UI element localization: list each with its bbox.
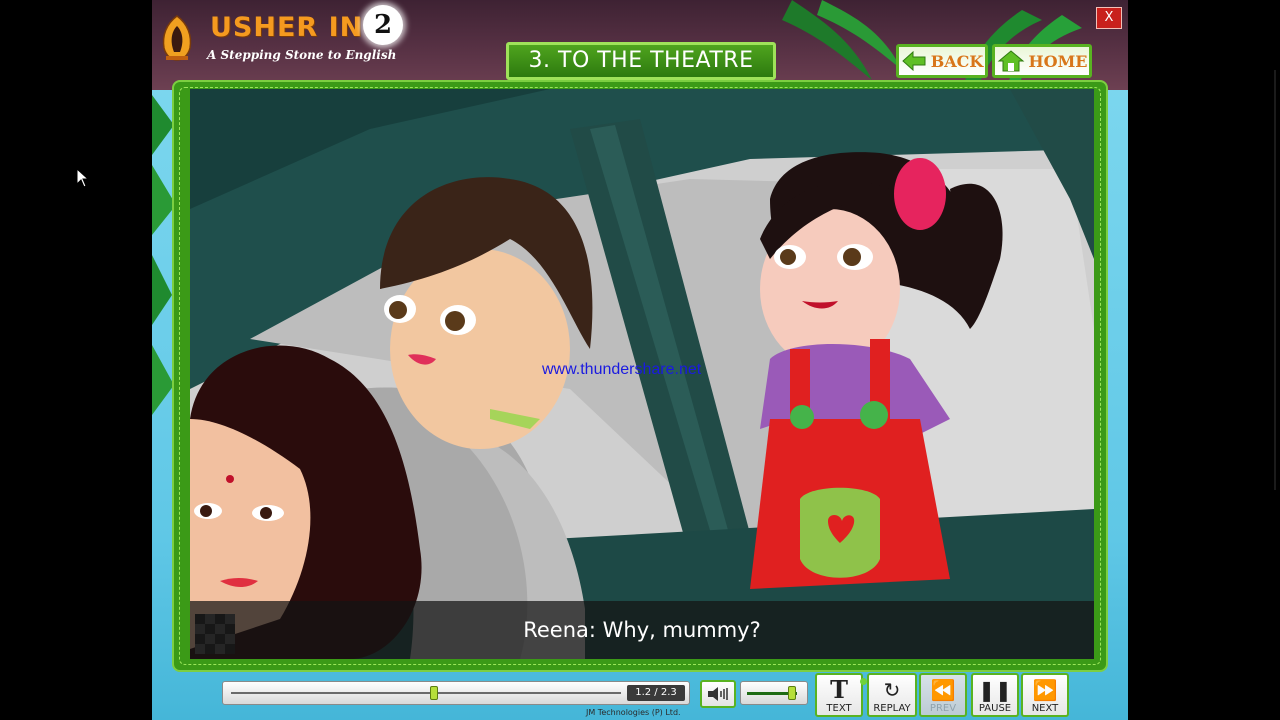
seek-track <box>231 692 621 694</box>
dialogue-subtitle: Reena: Why, mummy? <box>190 601 1094 659</box>
text-indicator-dot-icon <box>860 678 867 685</box>
background-stripe <box>1274 70 1276 490</box>
lesson-title: 3. TO THE THEATRE <box>506 42 776 80</box>
home-button[interactable]: HOME <box>992 44 1092 78</box>
watermark-text: www.thundershare.net <box>542 361 702 378</box>
pause-button[interactable]: ❚❚ PAUSE <box>971 673 1019 717</box>
next-button-label: NEXT <box>1031 703 1059 714</box>
replay-button[interactable]: ↻ REPLAY <box>867 673 917 717</box>
volume-slider[interactable] <box>740 681 808 705</box>
speaker-icon <box>708 687 728 701</box>
back-button-label: BACK <box>930 51 984 71</box>
fast-forward-icon: ⏩ <box>1032 678 1058 702</box>
text-t-icon: T <box>817 675 867 704</box>
replay-icon: ↻ <box>883 678 901 702</box>
prev-button[interactable]: ⏪ PREV <box>919 673 967 717</box>
seek-bar[interactable]: 1.2 / 2.3 <box>222 681 690 705</box>
close-button[interactable]: X <box>1096 7 1122 29</box>
seek-thumb[interactable] <box>429 686 438 700</box>
pause-button-label: PAUSE <box>978 703 1012 714</box>
copyright-text: JM Technologies (P) Ltd. <box>586 708 681 717</box>
lamp-logo-icon <box>162 15 192 61</box>
grade-badge: 2 <box>363 5 403 45</box>
volume-thumb[interactable] <box>788 686 796 700</box>
app-window: USHER IN A Stepping Stone to English 2 3… <box>152 0 1128 720</box>
animation-scene: www.thundershare.net Reena: Why, mummy? <box>190 89 1094 659</box>
brand-subtitle: A Stepping Stone to English <box>207 48 397 62</box>
text-button[interactable]: T TEXT <box>815 673 867 717</box>
home-button-label: HOME <box>1028 51 1088 71</box>
next-button[interactable]: ⏩ NEXT <box>1021 673 1069 717</box>
prev-button-label: PREV <box>929 703 957 714</box>
back-button[interactable]: BACK <box>896 44 988 78</box>
rewind-icon: ⏪ <box>930 678 956 702</box>
back-arrow-icon <box>901 51 926 71</box>
home-icon <box>997 50 1024 72</box>
brand-title: USHER IN <box>210 12 364 43</box>
mute-button[interactable] <box>700 680 736 708</box>
pause-icon: ❚❚ <box>978 678 1012 702</box>
text-button-label: TEXT <box>826 703 852 714</box>
mouse-cursor-icon <box>76 168 90 188</box>
replay-button-label: REPLAY <box>873 703 911 714</box>
time-readout: 1.2 / 2.3 <box>627 685 685 701</box>
